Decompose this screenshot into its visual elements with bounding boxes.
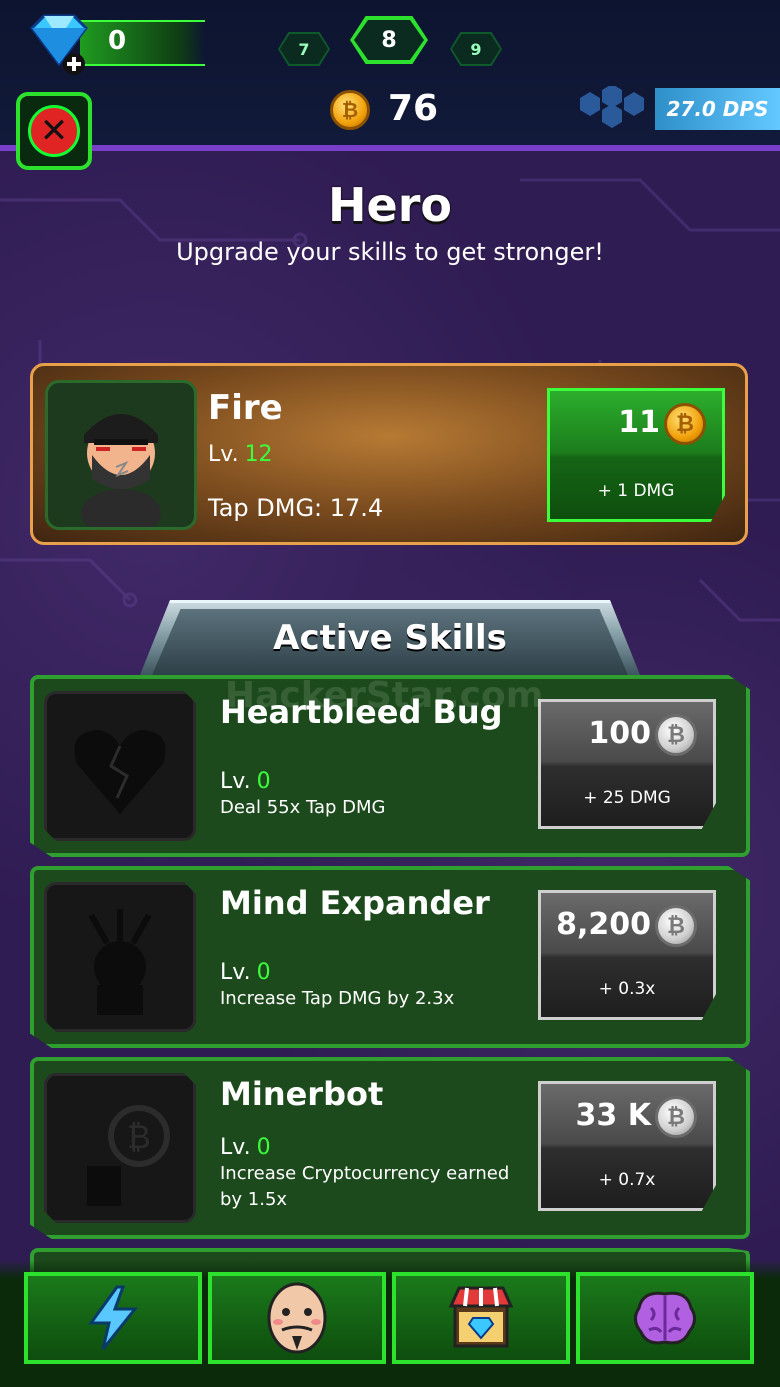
stage-prev-label: 7 bbox=[298, 39, 310, 59]
skill-upgrade-cost: 33 K bbox=[575, 1098, 651, 1133]
skill-upgrade-button[interactable]: 33 K ₿ + 0.7x bbox=[538, 1081, 716, 1211]
diamond-icon bbox=[30, 14, 88, 75]
stage-current-label: 8 bbox=[381, 27, 397, 53]
gem-count: 0 bbox=[108, 26, 127, 56]
skill-icon-box bbox=[44, 882, 196, 1032]
skill-icon-box bbox=[44, 691, 196, 841]
skill-description: Increase Cryptocurrency earned by 1.5x bbox=[220, 1163, 510, 1210]
silver-coin-icon: ₿ bbox=[655, 1096, 697, 1138]
skill-upgrade-bonus: + 0.7x bbox=[598, 1170, 656, 1190]
skill-description: Deal 55x Tap DMG bbox=[220, 797, 386, 818]
close-button[interactable]: ✕ bbox=[16, 92, 92, 170]
dps-display: 27.0 DPS bbox=[655, 88, 780, 130]
skill-upgrade-button[interactable]: 8,200 ₿ + 0.3x bbox=[538, 890, 716, 1020]
broken-heart-icon bbox=[74, 730, 166, 814]
close-icon: ✕ bbox=[28, 105, 80, 157]
hero-name: Fire bbox=[208, 388, 283, 428]
bitcoin-robot-icon: ₿ bbox=[87, 1105, 170, 1206]
hero-upgrade-bonus: + 1 DMG bbox=[597, 481, 675, 501]
hero-card: Fire Lv. 12 Tap DMG: 17.4 11 ₿ + 1 DMG bbox=[30, 363, 748, 545]
bottom-nav bbox=[0, 1260, 780, 1387]
hero-upgrade-cost: 11 bbox=[618, 405, 660, 440]
head-icon bbox=[88, 909, 152, 1015]
stage-next-label: 9 bbox=[470, 39, 482, 59]
stage-prev[interactable]: 7 bbox=[278, 32, 330, 66]
silver-coin-icon: ₿ bbox=[655, 714, 697, 756]
lightning-icon bbox=[88, 1285, 139, 1350]
hero-level-label: Lv. bbox=[208, 442, 239, 467]
svg-text:₿: ₿ bbox=[127, 1118, 151, 1156]
coin-total: 76 bbox=[388, 88, 439, 129]
hex-decoration-icon bbox=[580, 86, 644, 128]
nav-hero-button[interactable] bbox=[208, 1272, 386, 1364]
hero-level: Lv. 12 bbox=[208, 442, 273, 467]
skill-level: Lv. 0 bbox=[220, 1135, 271, 1160]
nav-brain-button[interactable] bbox=[576, 1272, 754, 1364]
skill-level-value: 0 bbox=[256, 769, 271, 794]
skill-upgrade-bonus: + 0.3x bbox=[598, 979, 656, 999]
skill-level-value: 0 bbox=[256, 960, 271, 985]
bitcoin-icon: ₿ bbox=[330, 90, 370, 130]
shop-icon bbox=[448, 1286, 514, 1348]
page-subtitle: Upgrade your skills to get stronger! bbox=[176, 238, 604, 266]
top-bar: 0 7 8 9 ₿ 76 27.0 DPS bbox=[0, 0, 780, 151]
skill-level-value: 0 bbox=[256, 1135, 271, 1160]
skill-upgrade-cost: 100 bbox=[588, 716, 651, 751]
hero-tap-dmg: Tap DMG: 17.4 bbox=[208, 494, 384, 522]
skill-level: Lv. 0 bbox=[220, 960, 271, 985]
bitcoin-icon: ₿ bbox=[664, 403, 706, 445]
skill-name: Minerbot bbox=[220, 1075, 384, 1113]
hacker-avatar-icon bbox=[81, 414, 161, 527]
skill-description: Increase Tap DMG by 2.3x bbox=[220, 988, 455, 1009]
skill-level: Lv. 0 bbox=[220, 769, 271, 794]
nav-skills-button[interactable] bbox=[24, 1272, 202, 1364]
watermark: HackerStar.com bbox=[225, 675, 544, 716]
silver-coin-icon: ₿ bbox=[655, 905, 697, 947]
hero-face-icon bbox=[267, 1282, 327, 1354]
stage-current: 8 bbox=[350, 16, 428, 64]
nav-shop-button[interactable] bbox=[392, 1272, 570, 1364]
skill-level-label: Lv. bbox=[220, 769, 251, 794]
hero-avatar bbox=[45, 380, 197, 530]
stage-next[interactable]: 9 bbox=[450, 32, 502, 66]
page-title: Hero bbox=[328, 178, 452, 232]
skill-upgrade-bonus: + 25 DMG bbox=[583, 788, 671, 808]
hero-upgrade-button[interactable]: 11 ₿ + 1 DMG bbox=[547, 388, 725, 522]
skill-level-label: Lv. bbox=[220, 1135, 251, 1160]
skill-level-label: Lv. bbox=[220, 960, 251, 985]
skill-name: Mind Expander bbox=[220, 884, 490, 922]
active-skills-title: Active Skills bbox=[273, 618, 507, 658]
skill-upgrade-cost: 8,200 bbox=[556, 907, 651, 942]
skill-icon-box: ₿ bbox=[44, 1073, 196, 1223]
hero-level-value: 12 bbox=[244, 442, 273, 467]
gem-counter-bar bbox=[80, 20, 205, 66]
brain-icon bbox=[634, 1291, 696, 1345]
skill-card-mind-expander: Mind Expander Lv. 0 Increase Tap DMG by 2… bbox=[30, 866, 750, 1048]
gem-plus-button[interactable] bbox=[24, 14, 94, 78]
skill-upgrade-button[interactable]: 100 ₿ + 25 DMG bbox=[538, 699, 716, 829]
skill-card-minerbot: ₿ Minerbot Lv. 0 Increase Cryptocurrency … bbox=[30, 1057, 750, 1239]
